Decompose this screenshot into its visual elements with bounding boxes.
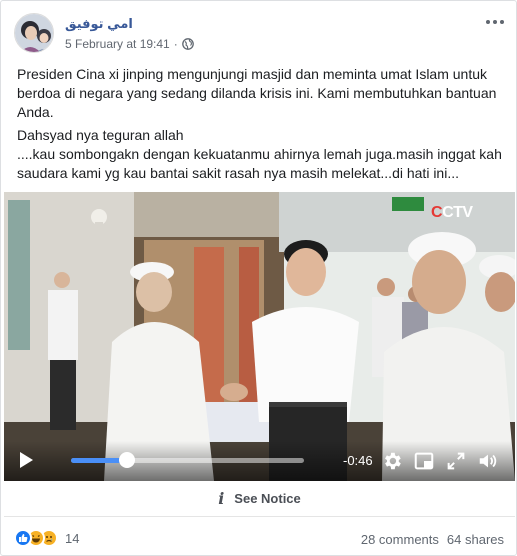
picture-in-picture-icon[interactable] [413, 450, 435, 472]
comments-count-link[interactable]: 28 comments [361, 532, 439, 547]
post-text-paragraph: ....kau sombongakn dengan kekuatanmu ahi… [17, 146, 502, 181]
volume-icon[interactable] [477, 450, 499, 472]
watermark-prefix: C [431, 204, 443, 221]
reaction-count: 14 [65, 530, 80, 546]
author-avatar[interactable] [14, 13, 54, 53]
fullscreen-icon[interactable] [445, 450, 467, 472]
video-scrubber-handle[interactable] [118, 452, 135, 468]
video-controls: -0:46 [4, 441, 515, 481]
play-icon[interactable] [20, 452, 33, 468]
author-name[interactable]: امي توفيق [65, 16, 133, 32]
engagement-stats: 28 comments 64 shares [361, 532, 504, 547]
meta-separator: · [173, 37, 178, 51]
shares-count-link[interactable]: 64 shares [447, 532, 504, 547]
post-meta: 5 February at 19:41 · [65, 37, 194, 51]
settings-icon[interactable] [381, 450, 403, 472]
feed-post: امي توفيق 5 February at 19:41 · Presiden… [0, 0, 517, 556]
post-timestamp[interactable]: 5 February at 19:41 [65, 37, 170, 51]
like-icon [14, 529, 32, 547]
video-player[interactable]: CCTV -0:46 [4, 192, 515, 481]
time-remaining: -0:46 [343, 453, 373, 468]
post-text-paragraph: Dahsyad nya teguran allah [17, 127, 184, 143]
cctv-watermark: CCTV [431, 204, 473, 222]
avatar-image [15, 14, 53, 52]
video-progress-bar[interactable] [71, 452, 304, 468]
watermark-text: CTV [442, 204, 473, 221]
globe-icon[interactable] [181, 38, 194, 50]
more-options-icon[interactable] [484, 15, 506, 29]
post-text-paragraph: Presiden Cina xi jinping mengunjungi mas… [17, 66, 497, 120]
see-notice-label: See Notice [234, 491, 301, 506]
video-frame [4, 192, 515, 481]
reaction-summary[interactable]: 14 [14, 529, 79, 547]
info-icon: i [218, 489, 225, 508]
see-notice-button[interactable]: i See Notice [4, 481, 515, 517]
